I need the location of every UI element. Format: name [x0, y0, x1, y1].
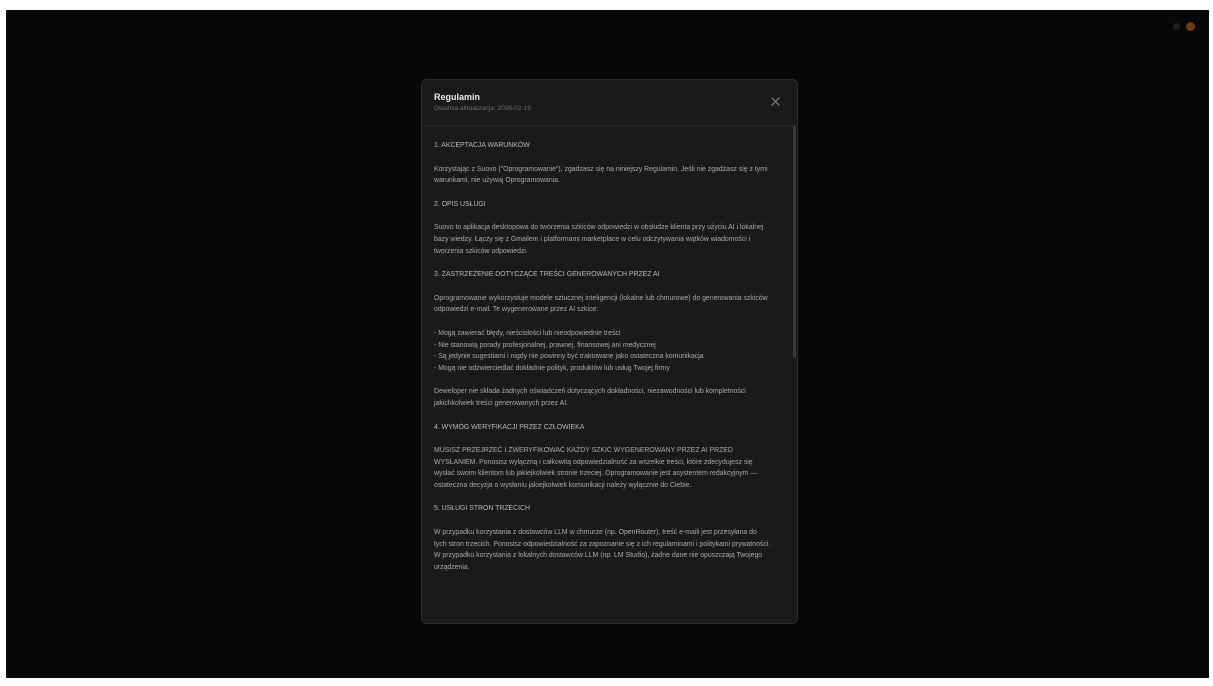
section-heading-3: 3. ZASTRZEŻENIE DOTYCZĄCE TREŚCI GENEROW… — [434, 271, 660, 279]
section-paragraph: Korzystając z Suovo ("Oprogramowanie"), … — [434, 165, 768, 185]
section-paragraph: MUSISZ PRZEJRZEĆ I ZWERYFIKOWAĆ KAŻDY SZ… — [434, 447, 758, 489]
terms-content: 1. AKCEPTACJA WARUNKÓW Korzystając z Suo… — [422, 126, 797, 573]
terms-scroll-area[interactable]: 1. AKCEPTACJA WARUNKÓW Korzystając z Suo… — [422, 126, 797, 623]
modal-header: Regulamin Ostatnia aktualizacja: 2026-02… — [422, 80, 797, 126]
list-item: - Mogą nie odzwierciedlać dokładnie poli… — [434, 364, 670, 372]
scrollbar[interactable] — [791, 126, 797, 623]
window-control-accent-dot[interactable] — [1186, 22, 1195, 31]
section-paragraph: Deweloper nie składa żadnych oświadczeń … — [434, 388, 746, 407]
section-heading-4: 4. WYMÓG WERYFIKACJI PRZEZ CZŁOWIEKA — [434, 423, 585, 431]
list-item: - Są jedynie sugestiami i nigdy nie powi… — [434, 353, 704, 361]
close-icon — [770, 96, 780, 106]
list-item: - Mogą zawierać błędy, nieścisłości lub … — [434, 329, 621, 337]
app-backdrop: Regulamin Ostatnia aktualizacja: 2026-02… — [6, 10, 1209, 678]
section-heading-2: 2. OPIS USŁUGI — [434, 200, 486, 208]
window-controls — [1173, 22, 1195, 31]
section-paragraph: Oprogramowanie wykorzystuje modele sztuc… — [434, 294, 768, 314]
close-button[interactable] — [767, 93, 783, 109]
section-heading-5: 5. USŁUGI STRON TRZECICH — [434, 505, 530, 513]
terms-modal: Regulamin Ostatnia aktualizacja: 2026-02… — [421, 79, 798, 624]
last-updated-label: Ostatnia aktualizacja: 2026-02-15 — [434, 105, 531, 112]
ai-disclaimer-list: - Mogą zawierać błędy, nieścisłości lub … — [434, 328, 771, 374]
section-paragraph: Suovo to aplikacja desktopowa do tworzen… — [434, 224, 764, 255]
section-paragraph: W przypadku korzystania z dostawców LLM … — [434, 529, 771, 571]
modal-title: Regulamin — [434, 92, 481, 102]
section-heading-1: 1. AKCEPTACJA WARUNKÓW — [434, 142, 530, 149]
scrollbar-thumb[interactable] — [793, 126, 796, 358]
window-control-dot[interactable] — [1173, 23, 1180, 30]
list-item: - Nie stanowią porady profesjonalnej, pr… — [434, 341, 656, 349]
